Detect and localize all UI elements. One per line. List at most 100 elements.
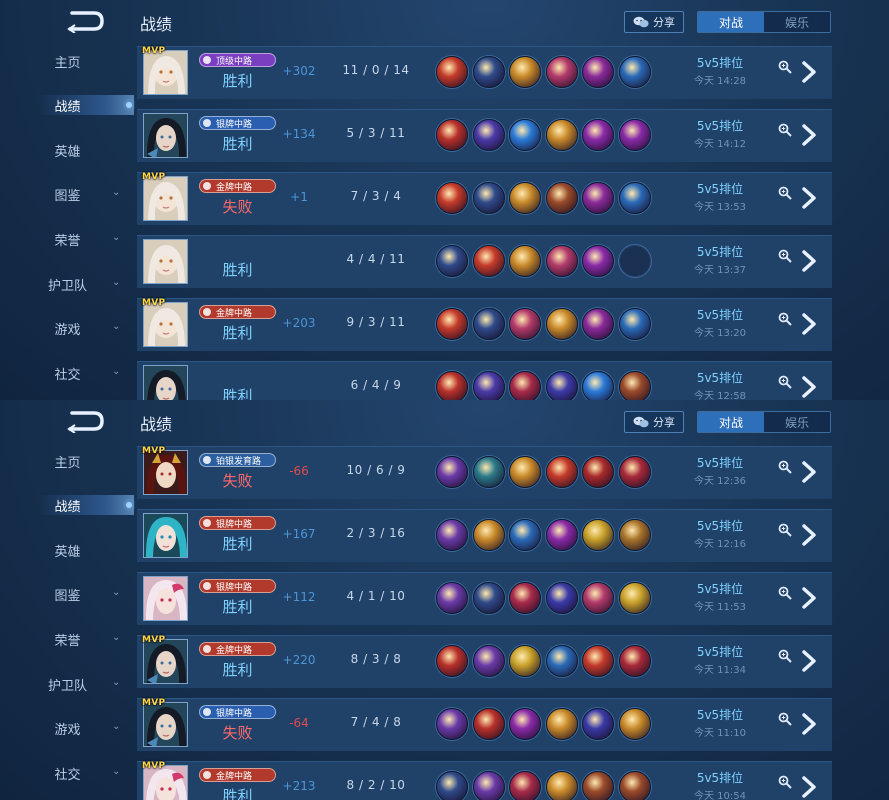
chevron-down-icon: ⌄ xyxy=(112,187,121,198)
match-row[interactable]: MVP 金牌中路 胜利 +213 8 / 2 / 10 5v5排位 今天 10:5… xyxy=(137,761,832,800)
zoom-icon[interactable] xyxy=(778,649,792,663)
rank-score: -66 xyxy=(289,464,309,478)
equipment-icon xyxy=(546,371,578,400)
game-mode: 5v5排位 xyxy=(696,645,744,659)
page-title: 战绩 xyxy=(140,415,173,434)
sidebar-item-3[interactable]: 图鉴 ⌄ xyxy=(0,182,135,206)
mvp-badge: MVP xyxy=(142,298,166,308)
game-mode: 5v5排位 xyxy=(696,582,744,596)
back-arrow-icon[interactable] xyxy=(66,409,106,433)
chevron-right-icon[interactable] xyxy=(800,650,818,672)
match-row[interactable]: 银牌中路 胜利 +167 2 / 3 / 16 5v5排位 今天 12:16 xyxy=(137,509,832,562)
match-row[interactable]: 胜利 6 / 4 / 9 5v5排位 今天 12:58 xyxy=(137,361,832,400)
chevron-right-icon[interactable] xyxy=(800,250,818,272)
game-mode: 5v5排位 xyxy=(696,245,744,259)
match-row[interactable]: MVP 铂银发育路 失败 -66 10 / 6 / 9 5v5排位 今天 12:3… xyxy=(137,446,832,499)
equipment-icon xyxy=(473,245,505,277)
rank-score: +167 xyxy=(282,527,316,541)
sidebar-item-label: 主页 xyxy=(54,55,81,71)
match-row[interactable]: 银牌中路 胜利 +134 5 / 3 / 11 5v5排位 今天 14:12 xyxy=(137,109,832,162)
equipment-icon xyxy=(619,56,651,88)
chevron-right-icon[interactable] xyxy=(800,376,818,398)
match-row[interactable]: MVP 金牌中路 胜利 +203 9 / 3 / 11 5v5排位 今天 13:2… xyxy=(137,298,832,351)
game-mode: 5v5排位 xyxy=(696,119,744,133)
match-row[interactable]: MVP 顶级中路 胜利 +302 11 / 0 / 14 5v5排位 今天 14:… xyxy=(137,46,832,99)
zoom-icon[interactable] xyxy=(778,775,792,789)
sidebar-item-3[interactable]: 图鉴 ⌄ xyxy=(0,582,135,606)
chevron-down-icon: ⌄ xyxy=(112,277,121,288)
zoom-icon[interactable] xyxy=(778,586,792,600)
zoom-icon[interactable] xyxy=(778,249,792,263)
match-row[interactable]: 胜利 4 / 4 / 11 5v5排位 今天 13:37 xyxy=(137,235,832,288)
sidebar-item-7[interactable]: 社交 ⌄ xyxy=(0,361,135,385)
zoom-icon[interactable] xyxy=(778,312,792,326)
zoom-icon[interactable] xyxy=(778,60,792,74)
hero-avatar xyxy=(143,239,188,284)
sidebar-item-5[interactable]: 护卫队 ⌄ xyxy=(0,272,135,296)
match-time: 今天 14:12 xyxy=(694,139,746,150)
zoom-icon[interactable] xyxy=(778,375,792,389)
equipment-icon xyxy=(546,182,578,214)
tab-fun[interactable]: 娱乐 xyxy=(764,12,830,32)
equipment-icon xyxy=(546,119,578,151)
share-button[interactable]: 分享 xyxy=(624,11,684,33)
hero-avatar xyxy=(143,50,188,95)
chevron-right-icon[interactable] xyxy=(800,587,818,609)
tab-battle[interactable]: 对战 xyxy=(698,12,764,32)
equipment-icon xyxy=(436,56,468,88)
sidebar-item-label: 护卫队 xyxy=(47,678,87,694)
mvp-badge: MVP xyxy=(142,761,166,771)
chevron-right-icon[interactable] xyxy=(800,61,818,83)
kda: 8 / 2 / 10 xyxy=(346,778,406,792)
sidebar-item-0[interactable]: 主页 xyxy=(0,49,135,73)
sidebar-item-5[interactable]: 护卫队 ⌄ xyxy=(0,672,135,696)
equipment-icon xyxy=(509,182,541,214)
zoom-icon[interactable] xyxy=(778,123,792,137)
chevron-right-icon[interactable] xyxy=(800,313,818,335)
equipment-icon xyxy=(546,582,578,614)
sidebar-item-1[interactable]: 战绩 xyxy=(0,93,135,117)
sidebar-item-0[interactable]: 主页 xyxy=(0,449,135,473)
match-time: 今天 13:37 xyxy=(694,265,746,276)
lane-badge: 银牌中路 xyxy=(199,705,276,719)
equipment-icon xyxy=(619,371,651,400)
equipment-icon xyxy=(546,56,578,88)
sidebar-item-2[interactable]: 英雄 xyxy=(0,538,135,562)
sidebar-item-4[interactable]: 荣誉 ⌄ xyxy=(0,227,135,251)
back-arrow-icon[interactable] xyxy=(66,9,106,33)
sidebar-item-1[interactable]: 战绩 xyxy=(0,493,135,517)
tab-fun[interactable]: 娱乐 xyxy=(764,412,830,432)
sidebar-item-4[interactable]: 荣誉 ⌄ xyxy=(0,627,135,651)
equipment-icon xyxy=(582,56,614,88)
share-button[interactable]: 分享 xyxy=(624,411,684,433)
zoom-icon[interactable] xyxy=(778,186,792,200)
chevron-right-icon[interactable] xyxy=(800,124,818,146)
chevron-right-icon[interactable] xyxy=(800,524,818,546)
match-time: 今天 12:36 xyxy=(694,476,746,487)
equipment-icon xyxy=(509,582,541,614)
equipment-icon xyxy=(546,456,578,488)
zoom-icon[interactable] xyxy=(778,523,792,537)
equipment-icon xyxy=(619,645,651,677)
zoom-icon[interactable] xyxy=(778,712,792,726)
chevron-right-icon[interactable] xyxy=(800,713,818,735)
equipment-icon xyxy=(473,582,505,614)
match-row[interactable]: MVP 银牌中路 失败 -64 7 / 4 / 8 5v5排位 今天 11:10 xyxy=(137,698,832,751)
match-row[interactable]: MVP 金牌中路 失败 +1 7 / 3 / 4 5v5排位 今天 13:53 xyxy=(137,172,832,225)
tab-battle[interactable]: 对战 xyxy=(698,412,764,432)
sidebar-item-6[interactable]: 游戏 ⌄ xyxy=(0,316,135,340)
chevron-right-icon[interactable] xyxy=(800,461,818,483)
sidebar-item-6[interactable]: 游戏 ⌄ xyxy=(0,716,135,740)
equipment-icon xyxy=(436,456,468,488)
chevron-right-icon[interactable] xyxy=(800,187,818,209)
sidebar-item-7[interactable]: 社交 ⌄ xyxy=(0,761,135,785)
zoom-icon[interactable] xyxy=(778,460,792,474)
chevron-right-icon[interactable] xyxy=(800,776,818,798)
match-result: 胜利 xyxy=(222,261,253,279)
sidebar-item-label: 主页 xyxy=(54,455,81,471)
match-row[interactable]: 银牌中路 胜利 +112 4 / 1 / 10 5v5排位 今天 11:53 xyxy=(137,572,832,625)
sidebar-item-label: 英雄 xyxy=(54,144,81,160)
sidebar-item-2[interactable]: 英雄 xyxy=(0,138,135,162)
match-row[interactable]: MVP 金牌中路 胜利 +220 8 / 3 / 8 5v5排位 今天 11:34 xyxy=(137,635,832,688)
screen-1: 战绩 分享 对战 娱乐 主页 战绩 英雄 图鉴 ⌄ 荣誉 ⌄ 护卫队 ⌄ 游戏 … xyxy=(0,0,889,400)
